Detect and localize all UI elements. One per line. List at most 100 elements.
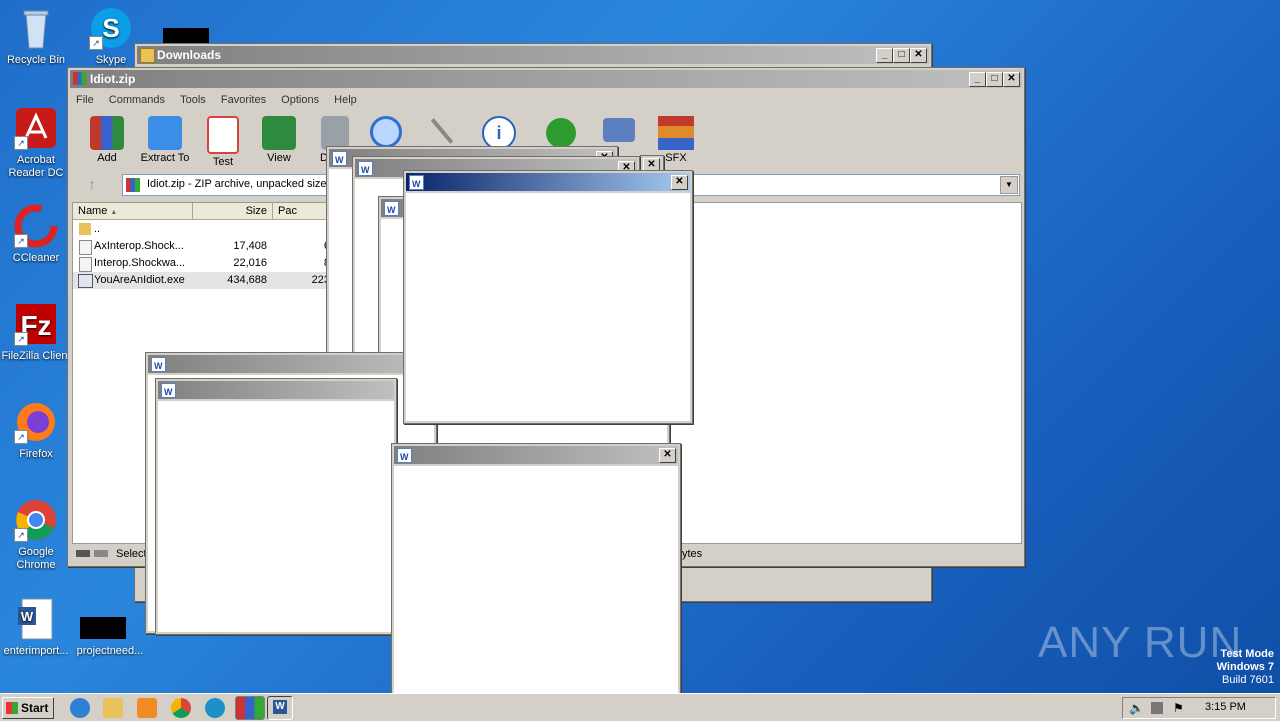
downloads-titlebar[interactable]: Downloads _ □ ✕ (137, 46, 929, 64)
popup-titlebar[interactable] (148, 355, 434, 375)
menu-commands[interactable]: Commands (109, 92, 165, 108)
toolbar-label: Add (97, 152, 117, 164)
close-button[interactable]: ✕ (910, 48, 927, 63)
shortcut-arrow-icon: ↗ (89, 36, 103, 50)
media-player-icon[interactable] (137, 698, 157, 718)
filezilla-icon: Fz ↗ (14, 302, 58, 346)
svg-text:W: W (21, 609, 34, 624)
desktop-icon-recycle-bin[interactable]: Recycle Bin (0, 6, 72, 67)
desktop-icon-ccleaner[interactable]: ↗ CCleaner (0, 204, 72, 265)
explorer-icon[interactable] (103, 698, 123, 718)
skype-icon: S ↗ (89, 6, 133, 50)
minimize-button[interactable]: _ (876, 48, 893, 63)
popup-titlebar[interactable]: ✕ (394, 446, 678, 466)
maximize-button[interactable]: □ (893, 48, 910, 63)
minimize-button[interactable]: _ (969, 72, 986, 87)
test-clipboard-icon (207, 116, 239, 154)
drive-icon (76, 550, 90, 557)
flag-icon[interactable]: ⚑ (1173, 701, 1184, 715)
desktop-icon-acrobat[interactable]: ↗ Acrobat Reader DC (0, 106, 72, 180)
maximize-button[interactable]: □ (986, 72, 1003, 87)
file-name: AxInterop.Shock... (94, 240, 184, 252)
popup-titlebar[interactable]: ✕ (406, 173, 690, 193)
taskbar: Start W 🔈 ⚑ 3:15 PM (0, 693, 1280, 721)
folder-icon (148, 116, 182, 150)
volume-icon[interactable]: 🔈 (1129, 701, 1144, 715)
info-icon: i (482, 116, 516, 150)
menu-favorites[interactable]: Favorites (221, 92, 266, 108)
os-version-label: Windows 7 (1216, 661, 1274, 673)
winrar-taskbar-icon[interactable] (235, 696, 265, 720)
chrome-icon[interactable] (171, 698, 191, 718)
extract-to-button[interactable]: Extract To (136, 116, 194, 164)
winrar-titlebar[interactable]: Idiot.zip _ □ ✕ (70, 70, 1022, 88)
network-icon[interactable] (1151, 702, 1163, 714)
popup-titlebar[interactable] (158, 381, 394, 401)
word-icon (409, 175, 424, 193)
up-button[interactable]: ↑ (76, 174, 108, 194)
exe-file-icon (78, 274, 93, 288)
column-header-name[interactable]: Name ▲ (73, 203, 193, 220)
popup-body (406, 193, 690, 421)
chevron-down-icon[interactable]: ▼ (1000, 176, 1018, 194)
menu-tools[interactable]: Tools (180, 92, 206, 108)
zip-icon (126, 178, 140, 192)
desktop-icon-label: Firefox (19, 448, 53, 460)
menu-file[interactable]: File (76, 92, 94, 108)
window-title: Idiot.zip (90, 72, 136, 86)
comment-icon (603, 118, 635, 142)
table-row[interactable]: AxInterop.Shock... 17,408 6, (73, 238, 333, 255)
word-icon (332, 151, 347, 169)
popup-body (394, 466, 678, 693)
close-button[interactable]: ✕ (1003, 72, 1020, 87)
info-button[interactable]: i (482, 116, 516, 150)
shortcut-arrow-icon: ↗ (14, 528, 28, 542)
close-button[interactable]: ✕ (659, 448, 676, 463)
view-button[interactable]: View (250, 116, 308, 164)
close-button[interactable]: ✕ (671, 175, 688, 190)
menu-help[interactable]: Help (334, 92, 357, 108)
menu-options[interactable]: Options (281, 92, 319, 108)
clock[interactable]: 3:15 PM (1205, 701, 1246, 713)
popup-body (158, 401, 394, 632)
shortcut-arrow-icon: ↗ (14, 430, 28, 444)
desktop-icon-word-doc[interactable]: W enterimport... (0, 597, 72, 658)
table-row[interactable]: .. (73, 221, 328, 238)
desktop-icon-project[interactable]: projectneed... (74, 597, 146, 658)
word-icon (151, 357, 166, 375)
find-button[interactable] (370, 116, 404, 148)
word-taskbar-icon[interactable]: W (267, 696, 293, 720)
desktop-icon-firefox[interactable]: ↗ Firefox (0, 400, 72, 461)
word-icon (161, 383, 176, 401)
folder-up-icon (79, 223, 91, 235)
desktop-icon-filezilla[interactable]: Fz ↗ FileZilla Client (0, 302, 72, 363)
shortcut-arrow-icon: ↗ (14, 234, 28, 248)
ie-icon[interactable] (70, 698, 90, 718)
chrome-icon: ↗ (14, 498, 58, 542)
header-size-label: Size (245, 205, 267, 217)
comment-button[interactable] (603, 118, 637, 148)
edge-icon[interactable] (205, 698, 225, 718)
popup-window[interactable] (155, 378, 397, 635)
recycle-bin-icon (14, 6, 58, 50)
windows-logo-icon (6, 702, 18, 714)
column-header-size[interactable]: Size (193, 203, 273, 220)
sfx-box-icon (658, 116, 694, 150)
add-button[interactable]: Add (78, 116, 136, 164)
file-name: .. (94, 223, 101, 235)
test-mode-text: Test Mode Windows 7 Build 7601 (1217, 648, 1274, 687)
winrar-icon (73, 72, 86, 85)
file-name: Interop.Shockwa... (94, 257, 186, 269)
table-row[interactable]: YouAreAnIdiot.exe 434,688 223, (73, 272, 333, 289)
desktop-icon-chrome[interactable]: ↗ Google Chrome (0, 498, 72, 572)
winrar-add-icon (90, 116, 124, 150)
test-button[interactable]: Test (194, 116, 252, 168)
table-row[interactable]: Interop.Shockwa... 22,016 8, (73, 255, 333, 272)
word-icon (358, 161, 373, 179)
desktop-icon-label: projectneed... (76, 645, 144, 657)
shortcut-arrow-icon: ↗ (14, 332, 28, 346)
popup-window[interactable]: ✕ (391, 443, 681, 696)
popup-window-active[interactable]: ✕ (403, 170, 693, 424)
wizard-button[interactable] (426, 116, 460, 146)
start-button[interactable]: Start (2, 697, 54, 719)
